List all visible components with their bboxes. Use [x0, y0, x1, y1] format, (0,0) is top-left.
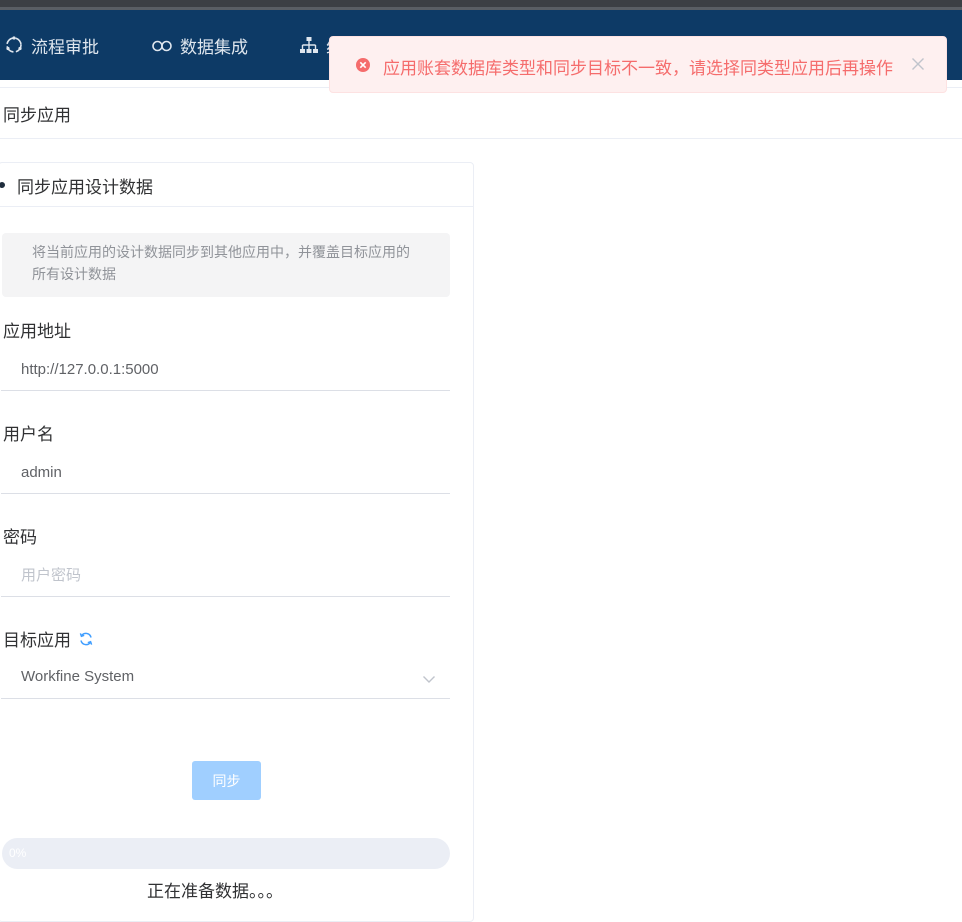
browser-top-strip	[0, 0, 962, 10]
status-text: 正在准备数据。。。	[147, 882, 283, 902]
username-label: 用户名	[3, 420, 54, 445]
chevron-down-icon	[422, 671, 436, 690]
progress-bar: 0%	[2, 838, 450, 869]
info-alert: 将当前应用的设计数据同步到其他应用中，并覆盖目标应用的所有设计数据	[2, 233, 450, 297]
sync-design-data-card: 同步应用设计数据 将当前应用的设计数据同步到其他应用中，并覆盖目标应用的所有设计…	[0, 162, 474, 922]
page-title: 同步应用	[3, 106, 71, 126]
password-label: 密码	[3, 523, 37, 548]
info-text: 将当前应用的设计数据同步到其他应用中，并覆盖目标应用的所有设计数据	[32, 245, 410, 283]
sync-button[interactable]: 同步	[192, 761, 261, 800]
error-message-text: 应用账套数据库类型和同步目标不一致，请选择同类型应用后再操作	[383, 59, 893, 79]
refresh-icon[interactable]	[78, 631, 94, 647]
app-address-input[interactable]	[1, 349, 450, 391]
app-address-label-text: 应用地址	[3, 322, 71, 342]
close-icon[interactable]	[910, 56, 926, 76]
password-label-text: 密码	[3, 528, 37, 548]
error-message-toast: 应用账套数据库类型和同步目标不一致，请选择同类型应用后再操作	[329, 36, 947, 93]
target-app-label-text: 目标应用	[3, 631, 71, 651]
username-label-text: 用户名	[3, 425, 54, 445]
page-header: 同步应用	[0, 87, 962, 139]
infinity-icon	[152, 40, 172, 52]
target-app-label: 目标应用	[3, 626, 94, 651]
org-chart-icon	[300, 37, 318, 53]
app-address-label: 应用地址	[3, 317, 71, 342]
card-header: 同步应用设计数据	[0, 163, 473, 207]
bullet-dot	[0, 182, 5, 188]
progress-text: 0%	[9, 846, 27, 860]
password-input[interactable]	[1, 555, 450, 597]
target-app-selected: Workfine System	[21, 668, 135, 685]
nav-item-label: 数据集成	[180, 37, 248, 58]
nav-item-approval[interactable]: 流程审批	[4, 10, 99, 80]
nav-item-data-integration[interactable]: 数据集成	[151, 10, 248, 80]
nav-item-label: 流程审批	[31, 37, 99, 58]
username-input[interactable]	[1, 452, 450, 494]
card-title: 同步应用设计数据	[17, 178, 153, 198]
error-circle-icon	[355, 57, 371, 77]
loop-icon	[6, 36, 22, 53]
target-app-select[interactable]: Workfine System	[1, 657, 450, 699]
